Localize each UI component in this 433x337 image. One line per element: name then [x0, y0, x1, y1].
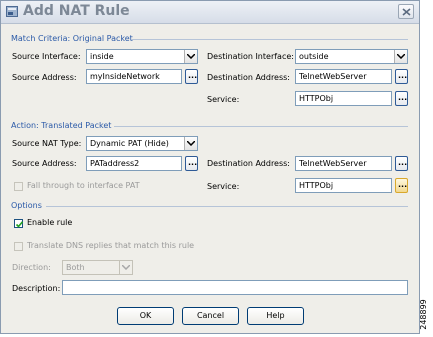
section-divider — [46, 206, 408, 207]
chevron-down-icon[interactable] — [184, 137, 197, 150]
direction-select[interactable]: Both — [62, 260, 133, 275]
destination-interface-label: Destination Interface: — [207, 52, 294, 61]
description-input[interactable] — [62, 280, 408, 295]
service-label: Service: — [207, 95, 240, 104]
service-browse-button[interactable]: ... — [395, 91, 408, 106]
section-divider — [131, 39, 408, 40]
destination-address-field[interactable]: TelnetWebServer — [295, 69, 392, 84]
fall-through-label: Fall through to interface PAT — [27, 181, 140, 190]
source-address-browse-button[interactable]: ... — [185, 69, 198, 84]
help-button[interactable]: Help — [247, 307, 304, 325]
translated-service-field[interactable]: HTTPObj — [295, 178, 392, 193]
source-nat-type-value: Dynamic PAT (Hide) — [90, 139, 169, 148]
chevron-down-icon — [119, 261, 132, 274]
source-interface-select[interactable]: inside — [86, 49, 198, 64]
translated-source-address-label: Source Address: — [12, 159, 77, 168]
service-field[interactable]: HTTPObj — [295, 91, 392, 106]
direction-value: Both — [66, 263, 85, 272]
destination-address-browse-button[interactable]: ... — [395, 69, 408, 84]
cancel-button[interactable]: Cancel — [182, 307, 239, 325]
close-button[interactable] — [398, 4, 414, 19]
translated-destination-address-field[interactable]: TelnetWebServer — [295, 156, 392, 171]
source-address-field[interactable]: myInsideNetwork — [86, 69, 182, 84]
translate-dns-label: Translate DNS replies that match this ru… — [27, 241, 195, 250]
source-address-value: myInsideNetwork — [90, 72, 160, 81]
options-heading: Options — [11, 201, 42, 210]
nat-rule-icon — [6, 6, 18, 17]
chevron-down-icon[interactable] — [394, 50, 407, 63]
source-interface-value: inside — [90, 52, 114, 61]
add-nat-rule-dialog: Add NAT Rule Match Criteria: Original Pa… — [0, 0, 420, 334]
translate-dns-checkbox[interactable] — [14, 242, 23, 251]
destination-interface-value: outside — [299, 52, 329, 61]
source-nat-type-select[interactable]: Dynamic PAT (Hide) — [86, 136, 198, 151]
dialog-title: Add NAT Rule — [23, 3, 130, 19]
destination-address-label: Destination Address: — [207, 73, 291, 82]
translated-service-value: HTTPObj — [299, 181, 334, 190]
translated-destination-address-label: Destination Address: — [207, 159, 291, 168]
ok-button[interactable]: OK — [117, 307, 174, 325]
direction-label: Direction: — [12, 263, 51, 272]
title-bar: Add NAT Rule — [1, 1, 419, 24]
destination-address-value: TelnetWebServer — [299, 72, 367, 81]
action-heading: Action: Translated Packet — [11, 121, 112, 130]
section-divider — [114, 126, 408, 127]
destination-interface-select[interactable]: outside — [295, 49, 408, 64]
translated-service-browse-button[interactable]: ... — [395, 178, 408, 193]
translated-service-label: Service: — [207, 182, 240, 191]
checkmark-icon — [15, 221, 24, 228]
enable-rule-label: Enable rule — [27, 218, 73, 227]
fall-through-checkbox[interactable] — [14, 182, 23, 191]
service-value: HTTPObj — [299, 94, 334, 103]
enable-rule-checkbox[interactable] — [14, 219, 24, 228]
translated-source-address-field[interactable]: PATaddress2 — [86, 156, 182, 171]
translated-source-address-browse-button[interactable]: ... — [185, 156, 198, 171]
source-address-label: Source Address: — [12, 73, 77, 82]
description-label: Description: — [12, 284, 61, 293]
source-nat-type-label: Source NAT Type: — [12, 139, 82, 148]
translated-source-address-value: PATaddress2 — [90, 159, 140, 168]
figure-code: 248899 — [418, 299, 428, 330]
translated-destination-address-value: TelnetWebServer — [299, 159, 367, 168]
close-icon — [402, 8, 411, 16]
match-criteria-heading: Match Criteria: Original Packet — [11, 34, 133, 43]
translated-destination-address-browse-button[interactable]: ... — [395, 156, 408, 171]
chevron-down-icon[interactable] — [184, 50, 197, 63]
source-interface-label: Source Interface: — [12, 52, 81, 61]
